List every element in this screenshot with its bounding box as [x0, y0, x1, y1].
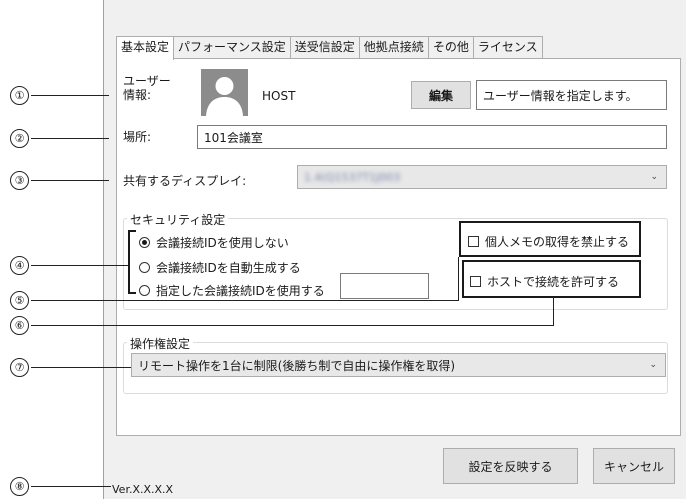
radio-selected[interactable]	[139, 237, 150, 248]
user-info-label: ユーザー 情報:	[123, 74, 171, 102]
tab-performance[interactable]: パフォーマンス設定	[173, 36, 291, 58]
callout-2: ②	[10, 129, 29, 148]
display-select[interactable]: 1.4(Q1537T1J003 ⌄	[297, 165, 667, 189]
leader-line-5-vertical	[458, 257, 459, 301]
leader-line-5	[31, 300, 459, 301]
callout-1: ①	[10, 86, 29, 105]
user-info-label-line2: 情報:	[123, 88, 152, 102]
version-label: Ver.X.X.X.X	[112, 483, 174, 496]
leader-line-7	[31, 367, 131, 368]
radio-unselected[interactable]	[139, 262, 150, 273]
security-option-none[interactable]: 会議接続IDを使用しない	[139, 234, 289, 251]
tab-other[interactable]: その他	[427, 36, 474, 58]
tab-basic[interactable]: 基本設定	[116, 36, 175, 60]
user-avatar-icon	[201, 69, 248, 116]
radio-unselected[interactable]	[139, 285, 150, 296]
tab-remote-site[interactable]: 他拠点接続	[358, 36, 429, 58]
callout-bracket-4	[128, 230, 136, 294]
chevron-down-icon: ⌄	[649, 360, 657, 370]
control-select-value: リモート操作を1台に制限(後勝ち制で自由に操作権を取得)	[138, 358, 456, 373]
prohibit-memo-label: 個人メモの取得を禁止する	[485, 235, 630, 249]
security-option-custom[interactable]: 指定した会議接続IDを使用する	[139, 282, 325, 299]
tab-bar: 基本設定 パフォーマンス設定 送受信設定 他拠点接続 その他 ライセンス	[116, 36, 543, 60]
tab-send-receive[interactable]: 送受信設定	[289, 36, 360, 58]
cancel-button[interactable]: キャンセル	[593, 448, 675, 484]
checkbox[interactable]	[468, 236, 479, 247]
leader-line-8	[31, 486, 111, 487]
callout-7: ⑦	[10, 358, 29, 377]
leader-line-6-vertical	[553, 297, 554, 326]
security-option-auto-label: 会議接続IDを自動生成する	[156, 261, 301, 275]
callout-6: ⑥	[10, 316, 29, 335]
callout-5: ⑤	[10, 291, 29, 310]
leader-line-6	[31, 325, 554, 326]
leader-line-4	[31, 265, 128, 266]
security-option-none-label: 会議接続IDを使用しない	[156, 236, 289, 250]
location-input[interactable]: 101会議室	[197, 125, 667, 149]
control-group-title: 操作権設定	[127, 335, 194, 352]
edit-user-button[interactable]: 編集	[411, 81, 471, 109]
display-select-value: 1.4(Q1537T1J003	[304, 170, 401, 184]
tab-license[interactable]: ライセンス	[472, 36, 543, 58]
leader-line-3	[31, 180, 109, 181]
control-select[interactable]: リモート操作を1台に制限(後勝ち制で自由に操作権を取得) ⌄	[131, 353, 666, 377]
allow-host-checkbox[interactable]: ホストで接続を許可する	[470, 273, 619, 290]
location-label: 場所:	[123, 130, 152, 144]
apply-settings-button[interactable]: 設定を反映する	[443, 448, 578, 484]
user-name: HOST	[262, 89, 296, 103]
leader-line-2	[31, 138, 109, 139]
user-info-label-line1: ユーザー	[123, 74, 171, 88]
user-info-field[interactable]: ユーザー情報を指定します。	[476, 80, 667, 110]
allow-host-label: ホストで接続を許可する	[487, 275, 620, 289]
checkbox[interactable]	[470, 276, 481, 287]
chevron-down-icon: ⌄	[650, 172, 658, 182]
display-label: 共有するディスプレイ:	[123, 174, 247, 188]
callout-4: ④	[10, 256, 29, 275]
security-option-auto[interactable]: 会議接続IDを自動生成する	[139, 259, 301, 276]
callout-8: ⑧	[10, 477, 29, 496]
custom-id-input[interactable]	[340, 273, 429, 299]
security-group-title: セキュリティ設定	[127, 211, 229, 228]
prohibit-memo-checkbox[interactable]: 個人メモの取得を禁止する	[468, 233, 629, 250]
leader-line-1	[31, 95, 109, 96]
callout-3: ③	[10, 171, 29, 190]
security-option-custom-label: 指定した会議接続IDを使用する	[156, 284, 325, 298]
